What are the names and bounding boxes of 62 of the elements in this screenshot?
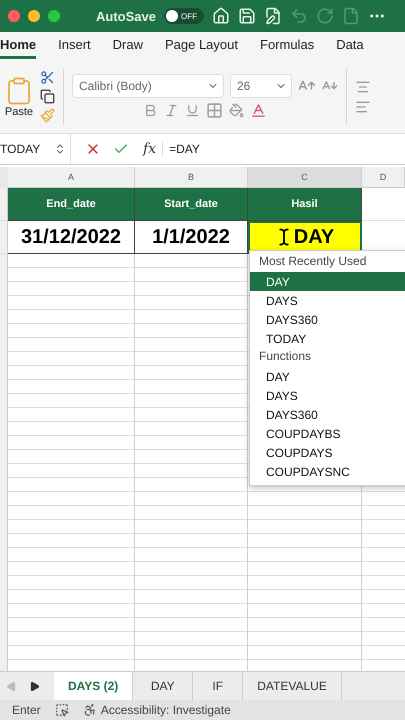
sheet-tab[interactable]: DAYS (2)	[54, 672, 134, 700]
header-cell: Hasil	[248, 188, 362, 221]
ribbon-tab[interactable]: Data	[336, 33, 364, 59]
macro-icon[interactable]	[54, 703, 69, 717]
column-header[interactable]: D	[362, 167, 405, 188]
bold-icon[interactable]	[143, 103, 158, 118]
home-icon[interactable]	[212, 7, 230, 25]
column-header[interactable]: B	[135, 167, 248, 188]
menu-item[interactable]: DAYS	[250, 386, 405, 405]
formula-field[interactable]: =DAY	[162, 142, 405, 156]
next-sheet-icon[interactable]	[29, 680, 40, 692]
fill-bucket-icon[interactable]	[229, 103, 244, 118]
menu-item[interactable]: DAY	[250, 272, 405, 291]
italic-icon[interactable]	[164, 103, 179, 118]
underline-icon[interactable]	[185, 103, 200, 118]
row-header[interactable]	[0, 221, 8, 254]
accessibility-icon[interactable]	[82, 703, 97, 717]
file-icon[interactable]	[342, 7, 360, 25]
align-center-icon[interactable]	[355, 78, 371, 94]
borders-icon[interactable]	[206, 102, 223, 119]
save-icon[interactable]	[238, 7, 256, 25]
table-cell[interactable]: 31/12/2022	[8, 221, 135, 254]
status-mode: Enter	[12, 703, 41, 717]
menu-section-title: Functions	[258, 348, 312, 365]
font-name-field[interactable]: Calibri (Body)	[72, 74, 224, 98]
menu-item[interactable]: DAYS360	[250, 405, 405, 424]
autosave-toggle[interactable]: OFF	[164, 8, 204, 24]
save-edit-icon[interactable]	[264, 7, 282, 25]
autosave-label: AutoSave	[96, 8, 156, 24]
menu-item[interactable]: TODAY	[250, 329, 405, 348]
ribbon-tab[interactable]: Insert	[58, 33, 91, 59]
font-size-field[interactable]: 26	[230, 74, 292, 98]
insert-function-button[interactable]: fx	[143, 141, 156, 157]
menu-item[interactable]: DAYS360	[250, 310, 405, 329]
menu-item[interactable]: COUPDAYBS	[250, 424, 405, 443]
menu-section-title: Most Recently Used	[258, 253, 368, 270]
header-cell: Start_date	[135, 188, 248, 221]
header-cell: End_date	[8, 188, 135, 221]
font-color-icon[interactable]	[250, 102, 267, 119]
menu-item[interactable]: DAY	[250, 367, 405, 386]
undo-icon[interactable]	[290, 7, 308, 25]
name-box[interactable]: TODAY	[0, 134, 71, 164]
align-left-icon[interactable]	[355, 98, 371, 114]
previous-sheet-icon[interactable]	[6, 680, 17, 692]
scissors-icon[interactable]	[40, 70, 55, 85]
redo-icon[interactable]	[316, 7, 334, 25]
menu-item[interactable]: COUPDAYSNC	[250, 462, 405, 481]
column-header[interactable]: A	[8, 167, 135, 188]
copy-icon[interactable]	[40, 89, 55, 104]
menu-item[interactable]: DAYS	[250, 291, 405, 310]
paste-button[interactable]: Paste	[4, 76, 34, 118]
close-button[interactable]	[8, 10, 20, 22]
menu-item[interactable]: COUPDAYS	[250, 443, 405, 462]
minimize-button[interactable]	[28, 10, 40, 22]
column-header[interactable]: C	[248, 167, 362, 188]
ribbon-tab[interactable]: Page Layout	[164, 33, 238, 59]
zoom-button[interactable]	[48, 10, 60, 22]
ribbon-tab[interactable]: Draw	[112, 33, 143, 59]
table-cell[interactable]: 1/1/2022	[135, 221, 248, 254]
accessibility-status[interactable]: Accessibility: Investigate	[100, 703, 231, 717]
ribbon-tab[interactable]: Formulas	[260, 33, 314, 59]
row-header[interactable]	[0, 188, 8, 221]
